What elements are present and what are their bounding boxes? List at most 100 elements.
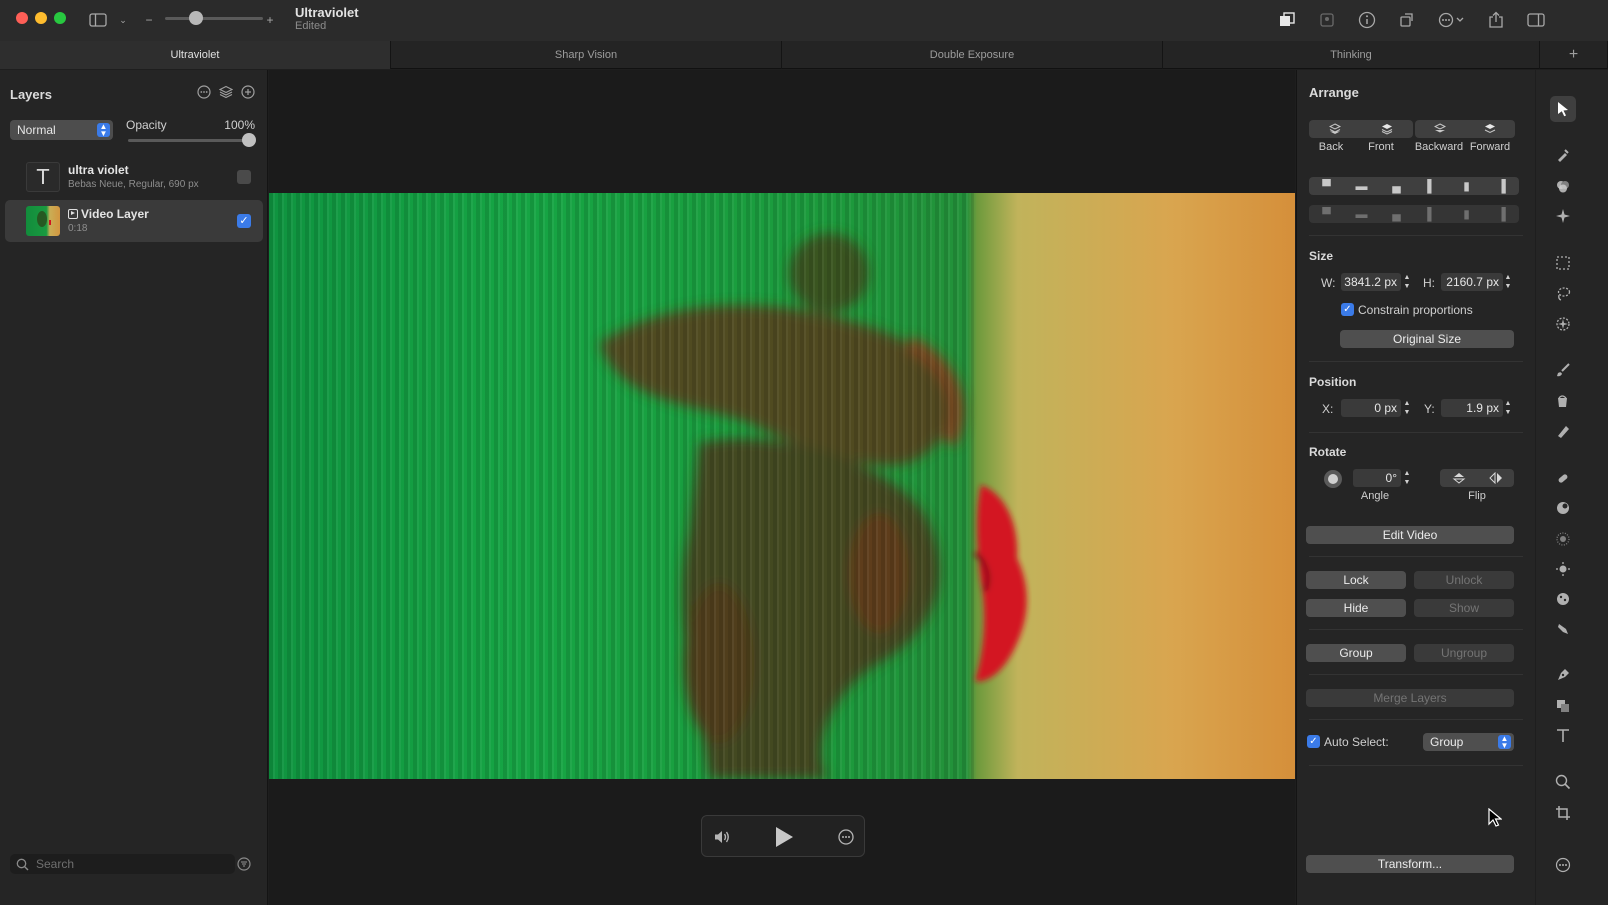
style-tool-icon[interactable] — [1550, 142, 1576, 168]
height-field[interactable]: 2160.7 px — [1441, 273, 1503, 291]
height-stepper[interactable]: ▲ ▼ — [1503, 273, 1513, 291]
send-to-back-icon[interactable] — [1309, 120, 1361, 138]
paint-brush-tool-icon[interactable] — [1550, 357, 1576, 383]
layer-row-video-layer[interactable]: Video Layer 0:18 ✓ — [5, 200, 263, 242]
distribute-bottom-icon[interactable]: ▄ — [1379, 205, 1414, 223]
retouch-tool-icon[interactable] — [1550, 465, 1576, 491]
chevron-down-icon[interactable]: ⌄ — [111, 8, 135, 32]
y-field[interactable]: 1.9 px — [1441, 399, 1503, 417]
lasso-tool-icon[interactable] — [1550, 281, 1576, 307]
crop-rotate-icon[interactable] — [1395, 8, 1419, 32]
lock-button[interactable]: Lock — [1306, 571, 1406, 589]
erase-tool-icon[interactable] — [1550, 418, 1576, 444]
constrain-proportions-checkbox[interactable]: ✓ — [1341, 303, 1354, 316]
zoom-window-button[interactable] — [54, 12, 66, 24]
original-size-button[interactable]: Original Size — [1340, 330, 1514, 348]
pen-tool-icon[interactable] — [1550, 662, 1576, 688]
align-center-icon[interactable]: ▮ — [1449, 177, 1484, 195]
sponge-tool-icon[interactable] — [1550, 586, 1576, 612]
effects-tool-icon[interactable] — [1550, 203, 1576, 229]
more-options-icon[interactable] — [834, 825, 858, 849]
merge-layers-button[interactable]: Merge Layers — [1306, 689, 1514, 707]
align-top-icon[interactable]: ▀ — [1309, 177, 1344, 195]
tab-ultraviolet[interactable]: Ultraviolet — [0, 41, 391, 69]
blend-mode-select[interactable]: Normal ▲ ▼ — [10, 120, 113, 140]
width-field[interactable]: 3841.2 px — [1341, 273, 1401, 291]
shapes-tool-icon[interactable] — [1550, 693, 1576, 719]
opacity-slider-handle[interactable] — [242, 133, 256, 147]
zoom-tool-icon[interactable] — [1550, 769, 1576, 795]
image-mode-icon[interactable] — [1315, 8, 1339, 32]
inspector-toggle-icon[interactable] — [1524, 8, 1548, 32]
transform-button[interactable]: Transform... — [1306, 855, 1514, 873]
y-stepper[interactable]: ▲ ▼ — [1503, 399, 1513, 417]
blur-tool-icon[interactable] — [1550, 526, 1576, 552]
clone-tool-icon[interactable] — [1550, 495, 1576, 521]
show-button[interactable]: Show — [1414, 599, 1514, 617]
width-stepper[interactable]: ▲ ▼ — [1402, 273, 1412, 291]
hide-button[interactable]: Hide — [1306, 599, 1406, 617]
bring-to-front-icon[interactable] — [1361, 120, 1413, 138]
layers-mode-icon[interactable] — [1275, 8, 1299, 32]
close-window-button[interactable] — [16, 12, 28, 24]
zoom-out-button[interactable]: − — [137, 8, 161, 32]
unlock-button[interactable]: Unlock — [1414, 571, 1514, 589]
layer-search-field[interactable]: Search — [10, 854, 235, 874]
angle-stepper[interactable]: ▲ ▼ — [1402, 469, 1412, 487]
more-icon[interactable] — [196, 84, 212, 100]
x-stepper[interactable]: ▲ ▼ — [1402, 399, 1412, 417]
distribute-right-icon[interactable]: ▐ — [1484, 205, 1519, 223]
zoom-slider-track[interactable] — [165, 17, 263, 20]
rotation-dial[interactable] — [1324, 470, 1342, 488]
distribute-top-icon[interactable]: ▀ — [1309, 205, 1344, 223]
select-rectangle-tool-icon[interactable] — [1550, 250, 1576, 276]
arrange-tool-icon[interactable] — [1550, 96, 1576, 122]
crop-tool-icon[interactable] — [1550, 800, 1576, 826]
smudge-tool-icon[interactable] — [1550, 616, 1576, 642]
play-icon[interactable] — [772, 825, 796, 849]
layer-visibility-checkbox[interactable]: ✓ — [237, 214, 251, 228]
video-frame[interactable] — [269, 193, 1295, 779]
align-middle-icon[interactable]: ▬ — [1344, 177, 1379, 195]
zoom-slider-handle[interactable] — [189, 11, 203, 25]
distribute-center-icon[interactable]: ▮ — [1449, 205, 1484, 223]
filter-icon[interactable] — [237, 857, 251, 871]
auto-select-checkbox[interactable]: ✓ — [1307, 735, 1320, 748]
smart-selection-tool-icon[interactable] — [1550, 311, 1576, 337]
flip-vertical-icon[interactable] — [1440, 469, 1477, 487]
angle-field[interactable]: 0° — [1353, 469, 1401, 487]
canvas-area[interactable] — [269, 70, 1295, 905]
group-button[interactable]: Group — [1306, 644, 1406, 662]
type-tool-icon[interactable] — [1550, 723, 1576, 749]
paint-bucket-tool-icon[interactable] — [1550, 388, 1576, 414]
layer-stack-icon[interactable] — [218, 84, 234, 100]
new-tab-button[interactable]: + — [1540, 41, 1608, 69]
ungroup-button[interactable]: Ungroup — [1414, 644, 1514, 662]
share-icon[interactable] — [1484, 8, 1508, 32]
tab-sharp-vision[interactable]: Sharp Vision — [391, 41, 782, 69]
zoom-in-button[interactable]: + — [258, 8, 282, 32]
sidebar-toggle-icon[interactable] — [86, 8, 110, 32]
auto-select-dropdown[interactable]: Group ▲ ▼ — [1423, 733, 1514, 751]
flip-horizontal-icon[interactable] — [1477, 469, 1514, 487]
distribute-left-icon[interactable]: ▌ — [1414, 205, 1449, 223]
add-layer-icon[interactable] — [240, 84, 256, 100]
lighten-tool-icon[interactable] — [1550, 556, 1576, 582]
edit-video-button[interactable]: Edit Video — [1306, 526, 1514, 544]
more-tools-icon[interactable] — [1550, 852, 1576, 878]
layer-row-ultra-violet[interactable]: T ultra violet Bebas Neue, Regular, 690 … — [5, 156, 263, 198]
tab-double-exposure[interactable]: Double Exposure — [782, 41, 1163, 69]
align-left-icon[interactable]: ▌ — [1414, 177, 1449, 195]
opacity-slider-track[interactable] — [128, 139, 252, 142]
bring-forward-icon[interactable] — [1465, 120, 1515, 138]
info-icon[interactable] — [1355, 8, 1379, 32]
distribute-middle-icon[interactable]: ▬ — [1344, 205, 1379, 223]
volume-icon[interactable] — [710, 825, 734, 849]
layer-visibility-checkbox[interactable] — [237, 170, 251, 184]
align-bottom-icon[interactable]: ▄ — [1379, 177, 1414, 195]
send-backward-icon[interactable] — [1415, 120, 1465, 138]
align-right-icon[interactable]: ▐ — [1484, 177, 1519, 195]
x-field[interactable]: 0 px — [1341, 399, 1401, 417]
tab-thinking[interactable]: Thinking — [1163, 41, 1540, 69]
color-adjust-tool-icon[interactable] — [1550, 173, 1576, 199]
